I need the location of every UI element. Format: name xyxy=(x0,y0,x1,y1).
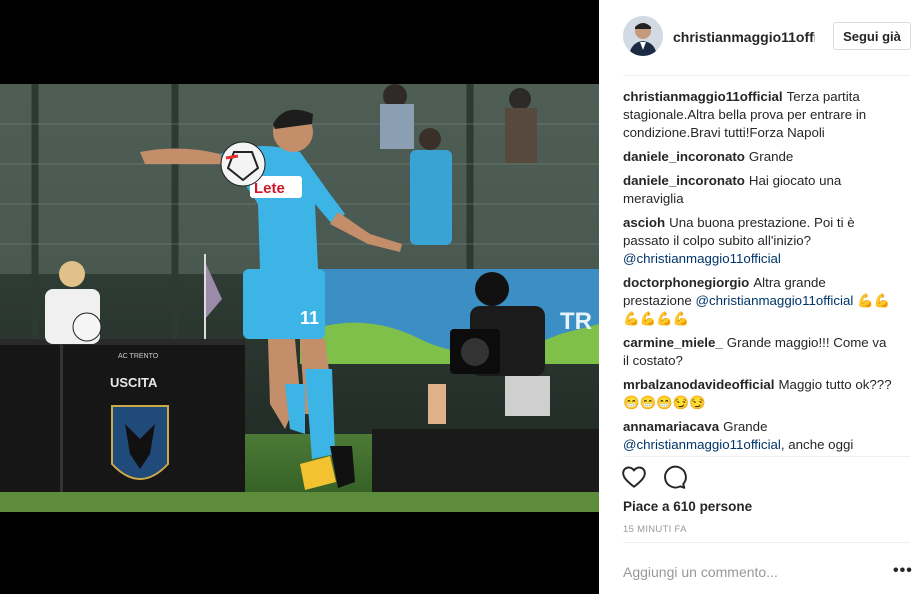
comment-mention[interactable]: @christianmaggio11official xyxy=(623,251,781,266)
comment-username[interactable]: mrbalzanodavideofficial xyxy=(623,377,774,392)
post-timestamp: 15 MINUTI FA xyxy=(623,524,687,535)
comment-icon[interactable] xyxy=(661,464,687,490)
comment-item: carmine_miele_ Grande maggio!!! Come va i… xyxy=(623,334,895,370)
header-divider xyxy=(623,75,910,76)
comment-username[interactable]: carmine_miele_ xyxy=(623,335,723,350)
avatar[interactable] xyxy=(623,16,663,56)
post-photo[interactable]: TR USCITA AC TRENTO Lete 11 xyxy=(0,84,599,512)
board-club: AC TRENTO xyxy=(118,353,159,360)
jersey-number: 11 xyxy=(300,308,319,328)
comment-text: Maggio tutto ok??? xyxy=(778,377,892,392)
comments-list[interactable]: christianmaggio11official Terza partita s… xyxy=(623,88,895,454)
board-label: USCITA xyxy=(110,375,158,390)
banner-text: TR xyxy=(560,308,592,335)
comment-item: doctorphonegiorgio Altra grande prestazio… xyxy=(623,274,895,328)
add-comment-input[interactable] xyxy=(623,562,873,582)
likes-count[interactable]: Piace a 610 persone xyxy=(623,499,752,514)
comment-username[interactable]: annamariacava xyxy=(623,419,719,434)
comment-item: ascioh Una buona prestazione. Poi ti è pa… xyxy=(623,214,895,268)
post-header: christianmaggio11offic Segui già xyxy=(623,16,913,60)
football-photo: TR USCITA AC TRENTO Lete 11 xyxy=(0,84,599,512)
comment-username[interactable]: daniele_incoronato xyxy=(623,149,745,164)
caption-username[interactable]: christianmaggio11official xyxy=(623,89,783,104)
avatar-image xyxy=(623,16,663,56)
comment-username[interactable]: ascioh xyxy=(623,215,665,230)
post-username[interactable]: christianmaggio11offic xyxy=(673,29,815,45)
jersey-sponsor: Lete xyxy=(254,180,285,197)
grinning-face-emoji: 😁😁😁😏😏 xyxy=(623,395,706,410)
more-options-icon[interactable]: ••• xyxy=(893,562,913,580)
post-media: TR USCITA AC TRENTO Lete 11 xyxy=(0,0,599,594)
comment-divider xyxy=(623,542,910,543)
post-actions xyxy=(621,464,721,492)
heart-icon[interactable] xyxy=(621,464,647,490)
comment-text: Grande xyxy=(723,419,768,434)
comment-item: annamariacava Grande @christianmaggio11of… xyxy=(623,418,895,454)
comment-text: Grande xyxy=(748,149,794,164)
comment-item: daniele_incoronato Grande xyxy=(623,148,895,166)
comment-mention[interactable]: @christianmaggio11official xyxy=(623,437,781,452)
comment-username[interactable]: daniele_incoronato xyxy=(623,173,745,188)
comment-username[interactable]: doctorphonegiorgio xyxy=(623,275,749,290)
comment-mention[interactable]: @christianmaggio11official xyxy=(695,293,853,308)
following-button[interactable]: Segui già xyxy=(833,22,911,50)
comment-item: mrbalzanodavideofficial Maggio tutto ok??… xyxy=(623,376,895,412)
post-sidebar: christianmaggio11offic Segui già christi… xyxy=(599,0,915,594)
actions-divider xyxy=(623,456,910,457)
caption: christianmaggio11official Terza partita s… xyxy=(623,88,895,142)
comment-text-after: , anche oggi xyxy=(780,437,854,452)
comment-item: daniele_incoronato Hai giocato una meravi… xyxy=(623,172,895,208)
